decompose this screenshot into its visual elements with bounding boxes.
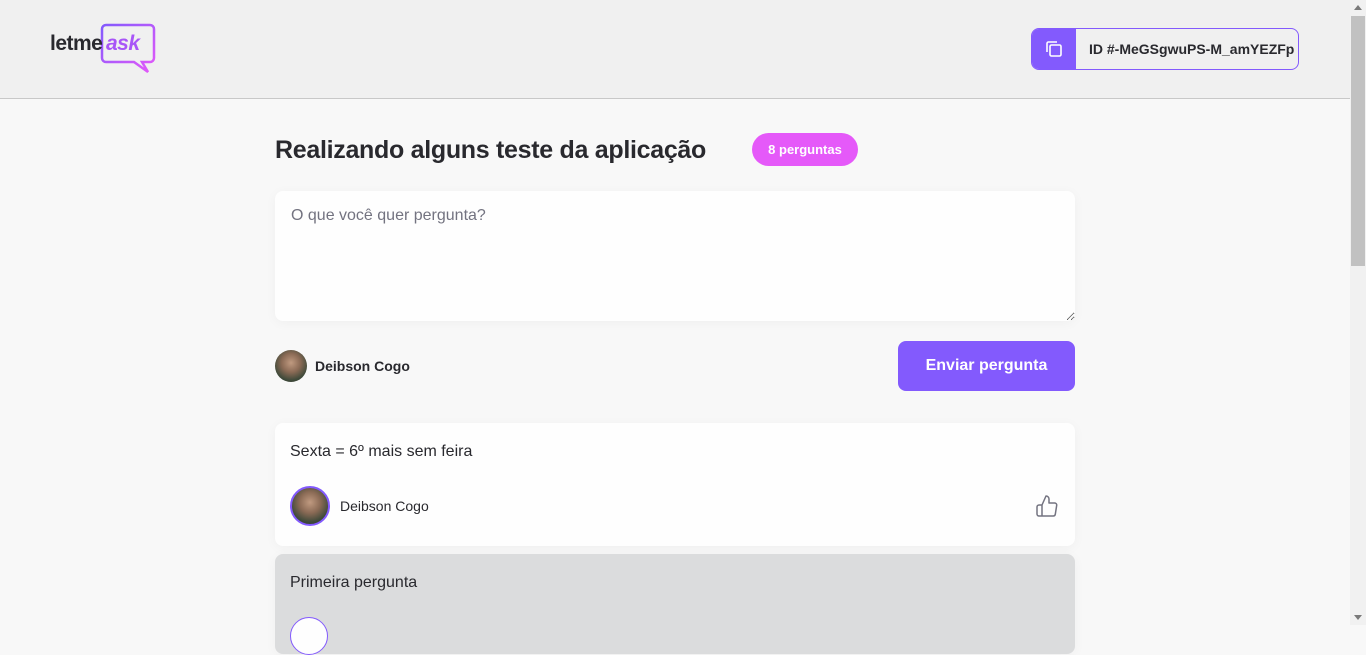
logo-text-letme: letme xyxy=(50,32,103,55)
copy-icon[interactable] xyxy=(1032,29,1076,69)
room-code-button[interactable]: ID #-MeGSgwuPS-M_amYEZFp xyxy=(1031,28,1299,70)
page-scrollbar[interactable] xyxy=(1350,0,1366,625)
user-info: Deibson Cogo xyxy=(275,350,410,382)
question-textarea[interactable] xyxy=(275,191,1075,321)
question-author: Deibson Cogo xyxy=(290,486,429,526)
room-title: Realizando alguns teste da aplicação xyxy=(275,136,707,164)
author-name: Deibson Cogo xyxy=(340,498,429,514)
scrollbar-thumb[interactable] xyxy=(1351,16,1365,266)
question-footer: Deibson Cogo xyxy=(290,486,1060,526)
logo-text-ask: ask xyxy=(106,32,140,55)
author-avatar xyxy=(290,486,330,526)
user-avatar xyxy=(275,350,307,382)
room-code-text: ID #-MeGSgwuPS-M_amYEZFp xyxy=(1089,41,1295,57)
letmeask-logo[interactable]: letme ask xyxy=(48,22,158,76)
question-count-badge: 8 perguntas xyxy=(752,133,858,166)
author-avatar xyxy=(290,617,328,655)
question-card: Sexta = 6º mais sem feira Deibson Cogo xyxy=(275,423,1075,546)
user-name: Deibson Cogo xyxy=(315,358,410,374)
question-card-highlighted: Primeira pergunta xyxy=(275,554,1075,655)
question-content: Primeira pergunta xyxy=(290,574,418,591)
question-content: Sexta = 6º mais sem feira xyxy=(290,443,473,460)
app-header: letme ask ID #-MeGSgwuPS-M_amYEZFp xyxy=(0,0,1350,99)
send-question-button[interactable]: Enviar pergunta xyxy=(898,341,1075,391)
thumbs-up-icon[interactable] xyxy=(1034,493,1060,519)
scroll-up-arrow-icon[interactable] xyxy=(1354,5,1362,10)
scroll-down-arrow-icon[interactable] xyxy=(1354,615,1362,620)
